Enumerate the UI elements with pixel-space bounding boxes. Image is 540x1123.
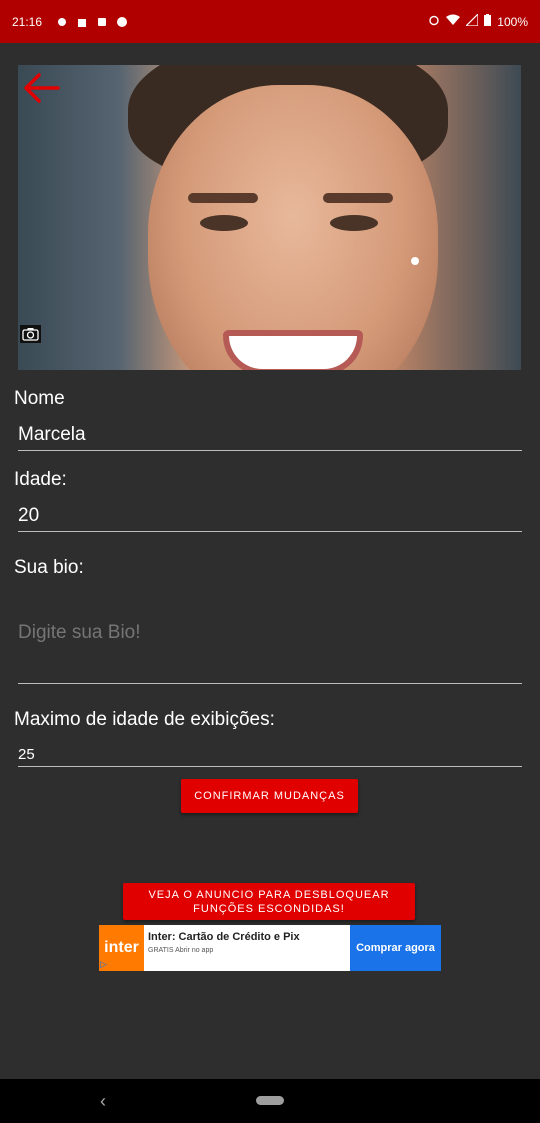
photo-mouth xyxy=(223,330,363,370)
back-button[interactable] xyxy=(22,72,60,104)
age-label: Idade: xyxy=(14,469,67,490)
name-label: Nome xyxy=(14,388,65,409)
status-bar: 21:16 100% xyxy=(0,0,540,43)
camera-icon xyxy=(22,328,39,341)
alarm-icon xyxy=(428,14,440,29)
back-arrow-icon xyxy=(24,73,60,103)
ad-texts: Inter: Cartão de Crédito e Pix GRATIS Ab… xyxy=(144,925,350,971)
age-input[interactable] xyxy=(18,501,522,532)
status-time: 21:16 xyxy=(12,14,43,29)
ad-title: Inter: Cartão de Crédito e Pix xyxy=(148,931,300,943)
unlock-features-button[interactable]: VEJA O ANUNCIO PARA DESBLOQUEAR FUNÇÕES … xyxy=(123,883,415,920)
confirm-changes-button[interactable]: CONFIRMAR MUDANÇAS xyxy=(181,779,358,813)
bio-label: Sua bio: xyxy=(14,557,84,578)
adchoices-icon[interactable]: ▷ xyxy=(100,959,107,970)
ad-logo: inter ▷ xyxy=(99,925,144,971)
photo-brow xyxy=(323,193,393,203)
photo-face xyxy=(148,85,438,370)
ad-banner[interactable]: inter ▷ Inter: Cartão de Crédito e Pix G… xyxy=(99,925,441,971)
ad-cta-button[interactable]: Comprar agora xyxy=(350,925,441,971)
photo-brow xyxy=(188,193,258,203)
notification-icons xyxy=(56,16,128,28)
profile-photo xyxy=(18,65,521,370)
shopping-bag-icon xyxy=(76,16,88,28)
chat-icon xyxy=(116,16,128,28)
ad-logo-text: inter xyxy=(104,939,139,956)
name-input[interactable] xyxy=(18,420,522,451)
change-photo-button[interactable] xyxy=(20,325,41,343)
nav-back-icon[interactable]: ‹ xyxy=(100,1091,106,1112)
nav-home-pill[interactable] xyxy=(256,1096,284,1105)
wifi-icon xyxy=(446,14,461,29)
ad-subtitle: GRATIS Abrir no app xyxy=(148,947,214,954)
bio-input[interactable] xyxy=(18,622,522,684)
system-nav-bar: ‹ xyxy=(0,1079,540,1123)
photo-eye xyxy=(330,215,378,231)
signal-icon xyxy=(464,12,479,29)
system-icons: 100% xyxy=(428,12,528,29)
photo-earring xyxy=(411,257,419,265)
max-age-input[interactable] xyxy=(18,742,522,767)
photo-eye xyxy=(200,215,248,231)
notification-icon xyxy=(56,16,68,28)
twitch-icon xyxy=(96,16,108,28)
max-age-label: Maximo de idade de exibições: xyxy=(14,709,275,730)
battery-icon xyxy=(484,14,492,29)
battery-percent: 100% xyxy=(497,14,528,29)
